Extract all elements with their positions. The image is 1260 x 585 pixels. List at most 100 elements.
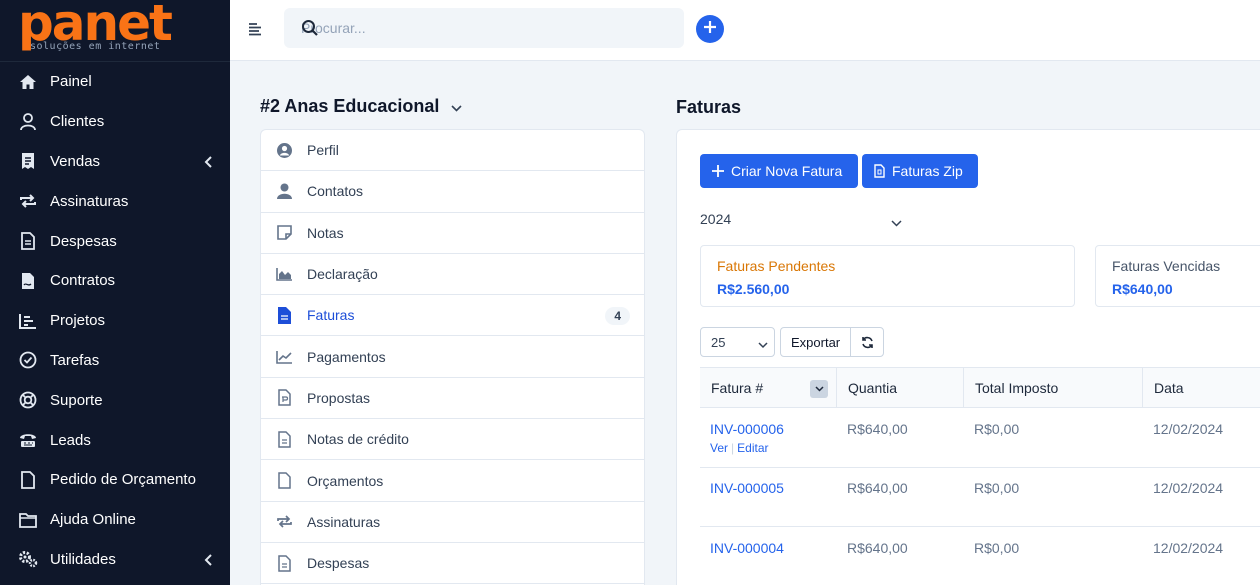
amount-cell: R$640,00 [847, 480, 908, 496]
sidebar-item-label: Contratos [50, 272, 116, 290]
file-text-icon [275, 430, 293, 448]
sidebar-item-clientes[interactable]: Clientes [0, 102, 230, 142]
invoice-number-link[interactable]: INV-000004 [710, 540, 784, 556]
sidebar: panet soluções em internet Painel Client… [0, 0, 230, 585]
user-icon [18, 112, 38, 132]
column-date[interactable]: Data [1143, 368, 1260, 408]
amount-cell: R$640,00 [847, 540, 908, 556]
chart-icon [18, 311, 38, 331]
tab-notas[interactable]: Notas [261, 213, 644, 254]
column-tax[interactable]: Total Imposto [964, 368, 1143, 408]
folder-icon [18, 510, 38, 530]
stat-value: R$640,00 [1112, 281, 1173, 297]
sidebar-item-leads[interactable]: Leads [0, 420, 230, 460]
create-invoice-button[interactable]: Criar Nova Fatura [700, 154, 858, 188]
edit-link[interactable]: Editar [737, 441, 768, 455]
year-select[interactable]: 2024 [700, 211, 731, 227]
stat-value: R$2.560,00 [717, 281, 790, 297]
tab-label: Faturas [307, 307, 355, 324]
sidebar-item-contratos[interactable]: Contratos [0, 261, 230, 301]
export-group: Exportar [780, 327, 885, 357]
stat-card-pending[interactable]: Faturas Pendentes R$2.560,00 [700, 245, 1075, 307]
date-cell: 12/02/2024 [1153, 480, 1224, 496]
invoice-number-link[interactable]: INV-000006 [710, 421, 784, 437]
file-zip-icon [874, 164, 885, 178]
user-icon [275, 182, 293, 200]
tab-propostas[interactable]: Propostas [261, 378, 644, 420]
tab-label: Perfil [307, 142, 339, 159]
tab-declaracao[interactable]: Declaração [261, 254, 644, 296]
amount-cell: R$640,00 [847, 421, 908, 437]
sidebar-item-tarefas[interactable]: Tarefas [0, 341, 230, 381]
client-title[interactable]: #2 Anas Educacional [260, 96, 462, 117]
chevron-down-icon[interactable] [810, 380, 828, 398]
page-size-select[interactable]: 25 [700, 327, 775, 357]
column-invoice[interactable]: Fatura # [700, 368, 837, 408]
row-actions: Ver | Editar [710, 441, 769, 455]
file-icon [18, 470, 38, 490]
create-invoice-label: Criar Nova Fatura [731, 163, 843, 179]
sidebar-item-utilidades[interactable]: Utilidades [0, 540, 230, 580]
column-amount[interactable]: Quantia [837, 368, 964, 408]
search-icon[interactable] [301, 19, 664, 40]
table-row: INV-000005 R$640,00 R$0,00 12/02/2024 [700, 467, 1260, 527]
client-tabs: Perfil Contatos Notas Declaração Faturas… [260, 129, 645, 585]
stat-card-overdue[interactable]: Faturas Vencidas R$640,00 [1095, 245, 1260, 307]
sidebar-item-label: Suporte [50, 391, 103, 409]
invoice-icon [275, 306, 293, 324]
table-row: INV-000006 Ver | Editar R$640,00 R$0,00 12… [700, 408, 1260, 468]
client-name: #2 Anas Educacional [260, 96, 440, 116]
sidebar-item-despesas[interactable]: Despesas [0, 221, 230, 261]
sidebar-item-projetos[interactable]: Projetos [0, 301, 230, 341]
tab-label: Propostas [307, 389, 371, 406]
repeat-icon [18, 191, 38, 211]
page-size-value: 25 [711, 335, 726, 350]
stat-label: Faturas Vencidas [1112, 258, 1221, 274]
column-label: Quantia [848, 380, 898, 396]
column-label: Data [1154, 380, 1184, 396]
invoice-number-link[interactable]: INV-000005 [710, 480, 784, 496]
chevron-down-icon [758, 337, 768, 352]
tab-despesas[interactable]: Despesas [261, 543, 644, 585]
sidebar-item-label: Assinaturas [50, 192, 129, 210]
chevron-down-icon[interactable] [891, 214, 902, 232]
quick-create-button[interactable] [696, 15, 724, 43]
export-button[interactable]: Exportar [781, 328, 852, 356]
home-icon [18, 72, 38, 92]
tab-label: Despesas [307, 555, 370, 572]
search-input[interactable]: Procurar... [284, 8, 684, 48]
tab-faturas[interactable]: Faturas 4 [261, 295, 644, 337]
divider: | [731, 441, 735, 455]
tab-contatos[interactable]: Contatos [261, 171, 644, 213]
sidebar-item-ajuda-online[interactable]: Ajuda Online [0, 500, 230, 540]
chevron-down-icon [451, 96, 462, 117]
line-chart-icon [275, 348, 293, 366]
sidebar-item-assinaturas[interactable]: Assinaturas [0, 181, 230, 221]
topbar: Procurar... [230, 0, 1260, 61]
zip-invoices-button[interactable]: Faturas Zip [862, 154, 978, 188]
tab-perfil[interactable]: Perfil [261, 130, 644, 172]
file-text-icon [275, 554, 293, 572]
tab-orcamentos[interactable]: Orçamentos [261, 460, 644, 502]
sidebar-item-suporte[interactable]: Suporte [0, 380, 230, 420]
repeat-icon [275, 513, 293, 531]
tab-notas-credito[interactable]: Notas de crédito [261, 419, 644, 461]
zip-invoices-label: Faturas Zip [892, 163, 963, 179]
tab-assinaturas[interactable]: Assinaturas [261, 502, 644, 543]
view-link[interactable]: Ver [710, 441, 728, 455]
menu-toggle-icon[interactable] [248, 22, 262, 41]
date-cell: 12/02/2024 [1153, 421, 1224, 437]
tax-cell: R$0,00 [974, 540, 1020, 556]
sidebar-item-painel[interactable]: Painel [0, 62, 230, 102]
tab-label: Orçamentos [307, 472, 384, 489]
column-label: Fatura # [711, 380, 764, 396]
area-chart-icon [275, 265, 293, 283]
sidebar-item-label: Tarefas [50, 351, 100, 369]
receipt-icon [18, 151, 38, 171]
logo[interactable]: panet soluções em internet [0, 0, 230, 62]
refresh-icon[interactable] [851, 328, 883, 356]
tab-pagamentos[interactable]: Pagamentos [261, 336, 644, 378]
sidebar-item-vendas[interactable]: Vendas [0, 142, 230, 182]
sidebar-menu: Painel Clientes Vendas Assinaturas Despe… [0, 62, 230, 579]
sidebar-item-pedido-orcamento[interactable]: Pedido de Orçamento [0, 460, 230, 500]
